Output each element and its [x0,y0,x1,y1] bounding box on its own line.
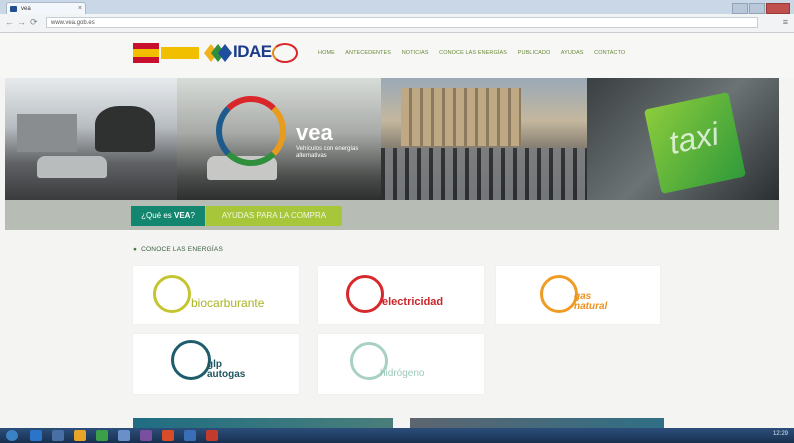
nav-contacto[interactable]: CONTACTO [594,50,625,56]
section-title-text: CONOCE LAS ENERGÍAS [141,246,223,253]
hidrogeno-label: hidrógeno [380,368,425,379]
idae-mark-icon [204,44,232,62]
chrome-icon[interactable] [162,430,174,441]
pdf-icon[interactable] [206,430,218,441]
start-button-icon[interactable] [6,430,18,441]
hero-photo-street [5,78,177,200]
gobierno-logo-icon [133,43,159,63]
favicon-icon [10,6,17,12]
ministerio-logo [161,47,199,59]
site-header: IDAE HOME ANTECEDENTES NOTICIAS CONOCE L… [0,33,794,78]
card-gas-natural[interactable]: gas natural [496,266,660,324]
url-field[interactable]: www.vea.gob.es [46,17,758,28]
clock: 12:29 [772,431,788,437]
vea-logo: vea Vehículos con energías alternativas [212,86,376,188]
card-biocarburante[interactable]: biocarburante [133,266,299,324]
ayudas-compra-button[interactable]: AYUDAS PARA LA COMPRA [206,206,342,226]
nav-antecedentes[interactable]: ANTECEDENTES [345,50,391,56]
ie-icon[interactable] [30,430,42,441]
gas-line2: natural [574,301,608,312]
section-title: ● CONOCE LAS ENERGÍAS [133,246,223,253]
folder-icon[interactable] [74,430,86,441]
biocarburante-label: biocarburante [191,296,265,310]
excel-icon[interactable] [96,430,108,441]
browser-tab[interactable]: vea × [6,2,86,14]
app-icon[interactable] [118,430,130,441]
nav-home[interactable]: HOME [318,50,335,56]
idae-logo[interactable]: IDAE [233,42,272,62]
maximize-button[interactable] [749,3,765,14]
electricidad-car-icon [346,275,384,313]
nav-ayudas[interactable]: AYUDAS [561,50,584,56]
word-icon[interactable] [184,430,196,441]
tab-title: vea [21,6,31,12]
taxi-icon: taxi [643,91,747,195]
vea-tagline: Vehículos con energías alternativas [296,146,359,159]
que-es-bold: VEA [174,211,191,220]
que-es-vea-button[interactable]: ¿Qué es VEA? [131,206,205,226]
main-nav: HOME ANTECEDENTES NOTICIAS CONOCE LAS EN… [318,50,634,56]
taskbar: 12:29 [0,428,794,443]
address-bar: ← → ⟳ www.vea.gob.es ≡ [0,14,794,33]
onenote-icon[interactable] [140,430,152,441]
back-icon[interactable]: ← [5,17,14,27]
reload-icon[interactable]: ⟳ [30,17,38,28]
section-bullet: ● [133,246,138,253]
e-logo-icon [272,43,298,63]
gas-car-icon [540,275,578,313]
teaser-image-2[interactable] [410,418,664,428]
close-window-button[interactable] [766,3,790,14]
taxi-sign-text: taxi [665,115,722,161]
hero-photo-bikes [381,78,587,200]
menu-icon[interactable]: ≡ [783,17,788,27]
action-strip [5,200,779,230]
vea-brand: vea [296,120,333,145]
vea-logo-icon [216,96,286,166]
minimize-button[interactable] [732,3,748,14]
glp-line2: autogas [207,369,246,380]
card-hidrogeno[interactable]: hidrógeno [318,334,484,394]
nav-noticias[interactable]: NOTICIAS [402,50,429,56]
card-glp-autogas[interactable]: glp autogas [133,334,299,394]
teaser-image-1[interactable] [133,418,393,428]
electricidad-label: electricidad [382,296,444,308]
card-electricidad[interactable]: electricidad [318,266,484,324]
explorer-icon[interactable] [52,430,64,441]
window-controls [731,1,790,14]
que-es-suffix: ? [190,211,195,220]
gas-label: gas natural [574,292,607,312]
que-es-prefix: ¿Qué es [141,211,174,220]
nav-conoce[interactable]: CONOCE LAS ENERGÍAS [439,50,507,56]
glp-label: glp autogas [207,360,245,380]
nav-publicado[interactable]: PUBLICADO [518,50,551,56]
glp-car-icon [171,340,211,380]
biocarburante-car-icon [153,275,191,313]
forward-icon[interactable]: → [17,17,26,27]
browser-tabbar: vea × [0,0,794,14]
